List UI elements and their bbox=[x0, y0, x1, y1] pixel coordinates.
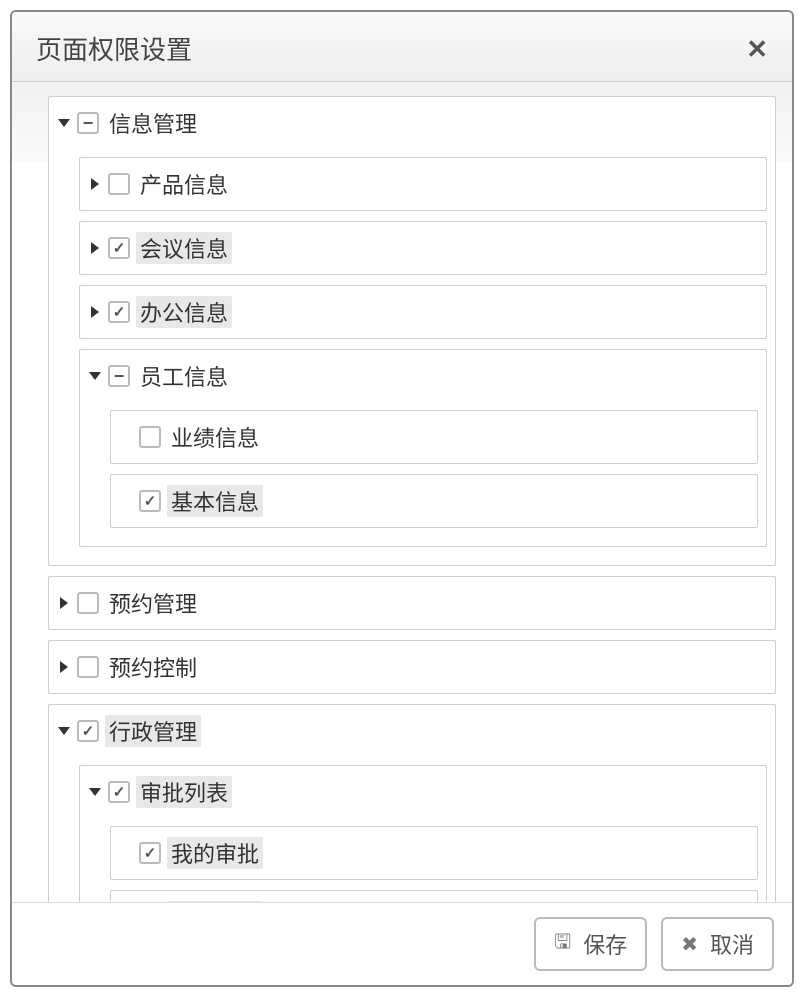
dialog-header: 页面权限设置 ✕ bbox=[12, 12, 792, 82]
checkbox[interactable] bbox=[108, 173, 130, 195]
expand-toggle-icon[interactable] bbox=[88, 785, 102, 799]
tree-label: 预约控制 bbox=[105, 651, 201, 683]
close-icon[interactable]: ✕ bbox=[746, 36, 768, 62]
tree-row[interactable]: 基本信息 bbox=[111, 475, 757, 527]
tree-row[interactable]: 办公信息 bbox=[80, 286, 766, 338]
tree-node-meeting-info: 会议信息 bbox=[79, 221, 767, 275]
save-button[interactable]: 🖫 保存 bbox=[534, 917, 647, 971]
tree-row[interactable]: 会议信息 bbox=[80, 222, 766, 274]
tree-label: 信息管理 bbox=[105, 107, 201, 139]
tree-children: 产品信息 会议信息 办公信息 bbox=[49, 149, 775, 565]
checkbox[interactable] bbox=[108, 781, 130, 803]
tree-label: 审批列表 bbox=[136, 776, 232, 808]
tree-node-my-approval: 我的审批 bbox=[110, 826, 758, 880]
tree-node-finalize-request: 结版申请 bbox=[110, 890, 758, 902]
tree-label: 结版申请 bbox=[167, 901, 263, 902]
tree-row[interactable]: 行政管理 bbox=[49, 705, 775, 757]
expand-toggle-icon[interactable] bbox=[88, 177, 102, 191]
tree-row[interactable]: 审批列表 bbox=[80, 766, 766, 818]
dialog-title: 页面权限设置 bbox=[36, 30, 192, 67]
tree-children: 审批列表 我的审批 bbox=[49, 757, 775, 902]
checkbox[interactable] bbox=[77, 112, 99, 134]
tree-row[interactable]: 预约管理 bbox=[49, 577, 775, 629]
dialog-body[interactable]: 信息管理 产品信息 会议信息 bbox=[12, 82, 792, 902]
tree-label: 办公信息 bbox=[136, 296, 232, 328]
tree-row[interactable]: 结版申请 bbox=[111, 891, 757, 902]
checkbox[interactable] bbox=[139, 490, 161, 512]
checkbox[interactable] bbox=[77, 656, 99, 678]
tree-node-reservation-control: 预约控制 bbox=[48, 640, 776, 694]
close-icon: ✖ bbox=[681, 932, 698, 957]
permission-dialog: 页面权限设置 ✕ 信息管理 产品信息 bbox=[10, 10, 794, 987]
cancel-button[interactable]: ✖ 取消 bbox=[661, 917, 774, 971]
expand-toggle-icon[interactable] bbox=[57, 116, 71, 130]
checkbox[interactable] bbox=[108, 365, 130, 387]
checkbox[interactable] bbox=[139, 842, 161, 864]
expand-toggle-icon[interactable] bbox=[88, 241, 102, 255]
checkbox[interactable] bbox=[108, 237, 130, 259]
tree-node-employee-info: 员工信息 业绩信息 bbox=[79, 349, 767, 547]
expand-toggle-icon[interactable] bbox=[88, 305, 102, 319]
tree-row[interactable]: 产品信息 bbox=[80, 158, 766, 210]
tree-row[interactable]: 预约控制 bbox=[49, 641, 775, 693]
tree-node-approval-list: 审批列表 我的审批 bbox=[79, 765, 767, 902]
expand-toggle-icon[interactable] bbox=[88, 369, 102, 383]
tree-label: 我的审批 bbox=[167, 837, 263, 869]
checkbox[interactable] bbox=[108, 301, 130, 323]
tree-node-reservation-mgmt: 预约管理 bbox=[48, 576, 776, 630]
tree-row[interactable]: 信息管理 bbox=[49, 97, 775, 149]
tree-children: 我的审批 结版申请 bbox=[80, 818, 766, 902]
tree-node-info-mgmt: 信息管理 产品信息 会议信息 bbox=[48, 96, 776, 566]
tree-label: 业绩信息 bbox=[167, 421, 263, 453]
tree-children: 业绩信息 基本信息 bbox=[80, 402, 766, 546]
checkbox[interactable] bbox=[77, 592, 99, 614]
tree-row[interactable]: 我的审批 bbox=[111, 827, 757, 879]
expand-toggle-icon[interactable] bbox=[57, 724, 71, 738]
tree-label: 预约管理 bbox=[105, 587, 201, 619]
tree-label: 员工信息 bbox=[136, 360, 232, 392]
save-button-label: 保存 bbox=[583, 928, 627, 960]
tree-label: 产品信息 bbox=[136, 168, 232, 200]
tree-label: 基本信息 bbox=[167, 485, 263, 517]
tree-node-office-info: 办公信息 bbox=[79, 285, 767, 339]
dialog-footer: 🖫 保存 ✖ 取消 bbox=[12, 902, 792, 985]
expand-toggle-icon[interactable] bbox=[57, 660, 71, 674]
tree-label: 会议信息 bbox=[136, 232, 232, 264]
checkbox[interactable] bbox=[139, 426, 161, 448]
permission-tree: 信息管理 产品信息 会议信息 bbox=[20, 96, 784, 902]
tree-node-product-info: 产品信息 bbox=[79, 157, 767, 211]
tree-node-basic-info: 基本信息 bbox=[110, 474, 758, 528]
tree-node-performance-info: 业绩信息 bbox=[110, 410, 758, 464]
tree-node-admin-mgmt: 行政管理 审批列表 bbox=[48, 704, 776, 902]
expand-toggle-icon[interactable] bbox=[57, 596, 71, 610]
checkbox[interactable] bbox=[77, 720, 99, 742]
tree-row[interactable]: 业绩信息 bbox=[111, 411, 757, 463]
tree-label: 行政管理 bbox=[105, 715, 201, 747]
tree-row[interactable]: 员工信息 bbox=[80, 350, 766, 402]
cancel-button-label: 取消 bbox=[710, 928, 754, 960]
save-icon: 🖫 bbox=[554, 927, 571, 961]
